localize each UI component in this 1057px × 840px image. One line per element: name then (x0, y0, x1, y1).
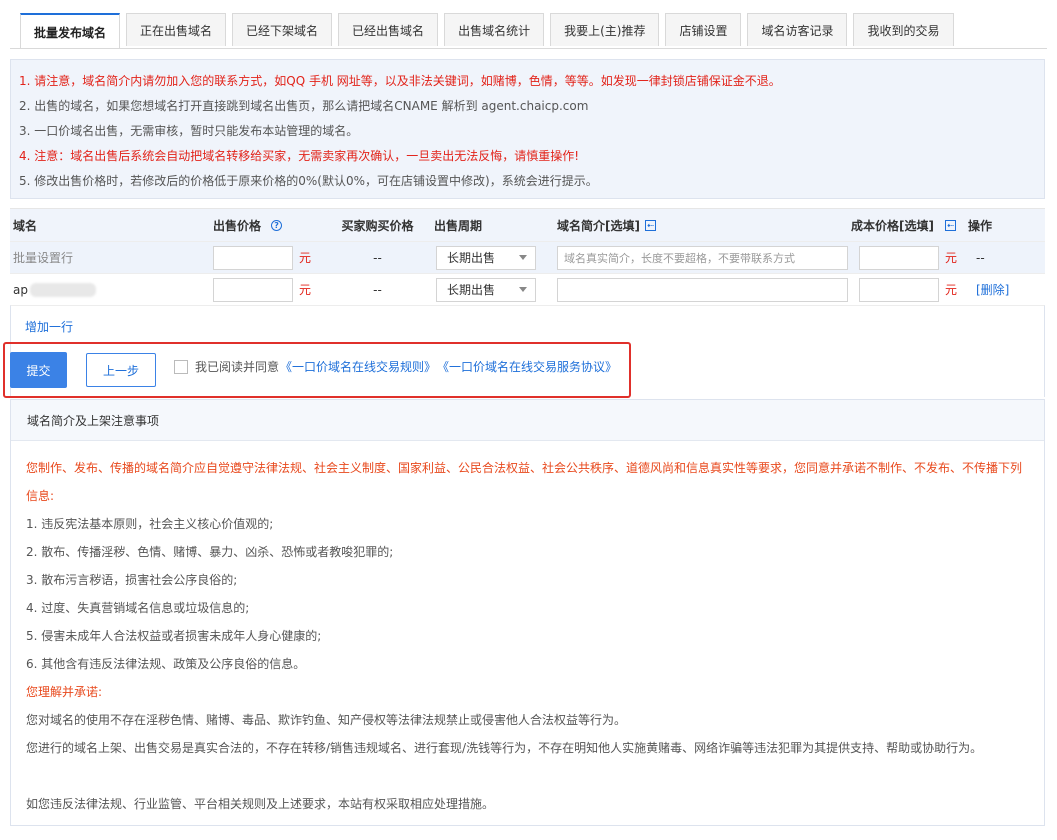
header-op: 操作 (968, 209, 1028, 241)
cost-unit: 元 (945, 251, 958, 265)
tab-sold[interactable]: 已经出售域名 (338, 13, 439, 46)
domain-op-cell: [删除] (968, 274, 1028, 305)
domain-period-value: 长期出售 (447, 283, 496, 297)
chevron-down-icon (519, 255, 527, 260)
notice-line-5: 5. 修改出售价格时，若修改后的价格低于原来价格的0%(默认0%，可在店铺设置中… (19, 174, 598, 188)
rules-panel: 域名简介及上架注意事项 您制作、发布、传播的域名简介应自觉遵守法律法规、社会主义… (10, 399, 1045, 826)
batch-buyer-price: -- (373, 250, 382, 265)
tab-visitor-log[interactable]: 域名访客记录 (747, 13, 848, 46)
domain-name-cell: ap (10, 274, 203, 305)
header-buyer-price-label: 买家购买价格 (341, 218, 414, 233)
highlight-box (3, 342, 631, 398)
rules-body: 您制作、发布、传播的域名简介应自觉遵守法律法规、社会主义制度、国家利益、公民合法… (11, 441, 1044, 818)
chevron-down-icon (519, 287, 527, 292)
notice-line-3: 3. 一口价域名出售，无需审核，暂时只能发布本站管理的域名。 (19, 124, 359, 138)
batch-cost-cell: 元 (851, 242, 968, 273)
price-unit: 元 (299, 251, 312, 265)
header-cost: 成本价格[选填] ⇠ (851, 209, 968, 241)
batch-setting-row: 批量设置行 元 -- 长期出售 域名真实简介，长度不要超格，不要带联系方式 元 … (10, 241, 1045, 273)
tab-divider (10, 48, 1047, 49)
rules-intro-2: 信息: (26, 489, 55, 503)
header-period-label: 出售周期 (434, 218, 483, 233)
tab-batch-publish[interactable]: 批量发布域名 (20, 13, 121, 49)
promise-2: 您进行的域名上架、出售交易是真实合法的，不存在转移/销售违规域名、进行套现/洗钱… (26, 741, 983, 755)
rules-item: 3. 散布污言秽语，损害社会公序良俗的; (26, 573, 238, 587)
notice-panel: 1. 请注意，域名简介内请勿加入您的联系方式，如QQ 手机 网址等，以及非法关键… (10, 59, 1045, 199)
redacted-blur (29, 282, 96, 297)
rules-intro-1: 您制作、发布、传播的域名简介应自觉遵守法律法规、社会主义制度、国家利益、公民合法… (26, 461, 1023, 475)
domain-period-select[interactable]: 长期出售 (436, 277, 536, 302)
domain-row: ap 元 -- 长期出售 元 [删除] (10, 273, 1045, 305)
domain-price-input[interactable] (213, 277, 293, 302)
batch-price-input[interactable] (213, 245, 293, 270)
notice-line-2: 2. 出售的域名，如果您想域名打开直接跳到域名出售页，那么请把域名CNAME 解… (19, 99, 589, 113)
tab-bar: 批量发布域名 正在出售域名 已经下架域名 已经出售域名 出售域名统计 我要上(主… (20, 13, 960, 49)
rules-item: 4. 过度、失真营销域名信息或垃圾信息的; (26, 601, 250, 615)
domain-buyer-price: -- (373, 282, 382, 297)
batch-price-cell: 元 (203, 242, 321, 273)
header-desc: 域名简介[选填] ⇠ (546, 209, 851, 241)
batch-period-value: 长期出售 (447, 251, 496, 265)
tab-sales-stats[interactable]: 出售域名统计 (444, 13, 545, 46)
tab-shop-settings[interactable]: 店铺设置 (665, 13, 742, 46)
batch-period-select[interactable]: 长期出售 (436, 245, 536, 270)
cost-unit: 元 (945, 283, 958, 297)
promise-title: 您理解并承诺: (26, 685, 103, 699)
batch-desc-cell: 域名真实简介，长度不要超格，不要带联系方式 (546, 242, 851, 273)
rules-item: 6. 其他含有违反法律法规、政策及公序良俗的信息。 (26, 657, 306, 671)
domain-desc-cell (546, 274, 851, 305)
header-op-label: 操作 (968, 218, 993, 233)
domain-name: ap (13, 282, 28, 297)
batch-period-cell: 长期出售 (434, 242, 546, 273)
header-desc-label: 域名简介[选填] (557, 218, 640, 233)
header-cost-label: 成本价格[选填] (851, 218, 934, 233)
notice-line-1: 1. 请注意，域名简介内请勿加入您的联系方式，如QQ 手机 网址等，以及非法关键… (19, 74, 781, 88)
domain-period-cell: 长期出售 (434, 274, 546, 305)
header-price: 出售价格? (203, 209, 321, 241)
batch-row-label: 批量设置行 (13, 251, 74, 265)
header-period: 出售周期 (434, 209, 546, 241)
header-domain: 域名 (10, 209, 203, 241)
tab-recommend[interactable]: 我要上(主)推荐 (550, 13, 660, 46)
copy-down-icon[interactable]: ⇠ (644, 219, 656, 231)
domain-desc-input[interactable] (557, 277, 848, 302)
info-icon[interactable]: ? (271, 219, 283, 231)
batch-desc-input[interactable]: 域名真实简介，长度不要超格，不要带联系方式 (557, 245, 848, 270)
domain-table: 域名 出售价格? 买家购买价格 出售周期 域名简介[选填] ⇠ 成本价格[选填] ⇠… (10, 208, 1045, 346)
rules-footer: 如您违反法律法规、行业监管、平台相关规则及上述要求，本站有权采取相应处理措施。 (26, 797, 495, 811)
rules-item: 2. 散布、传播淫秽、色情、赌博、暴力、凶杀、恐怖或者教唆犯罪的; (26, 545, 394, 559)
add-row-link[interactable]: 增加一行 (25, 318, 73, 335)
add-row-area: 增加一行 (10, 305, 1045, 346)
copy-down-icon[interactable]: ⇠ (944, 219, 956, 231)
header-buyer-price: 买家购买价格 (321, 209, 434, 241)
domain-price-cell: 元 (203, 274, 321, 305)
delete-row-link[interactable]: [删除] (976, 281, 1009, 298)
tab-received-trades[interactable]: 我收到的交易 (853, 13, 954, 46)
price-unit: 元 (299, 283, 312, 297)
domain-cost-input[interactable] (859, 277, 939, 302)
tab-delisted[interactable]: 已经下架域名 (232, 13, 333, 46)
notice-line-4: 4. 注意：域名出售后系统会自动把域名转移给买家，无需卖家再次确认，一旦卖出无法… (19, 149, 580, 163)
tab-on-sale[interactable]: 正在出售域名 (126, 13, 227, 46)
header-domain-label: 域名 (13, 218, 38, 233)
table-header: 域名 出售价格? 买家购买价格 出售周期 域名简介[选填] ⇠ 成本价格[选填] ⇠… (10, 208, 1045, 241)
rules-item: 1. 违反宪法基本原则，社会主义核心价值观的; (26, 517, 274, 531)
rules-item: 5. 侵害未成年人合法权益或者损害未成年人身心健康的; (26, 629, 322, 643)
batch-op: -- (976, 250, 985, 265)
promise-1: 您对域名的使用不存在淫秽色情、赌博、毒品、欺诈钓鱼、知产侵权等法律法规禁止或侵害… (26, 713, 627, 727)
header-price-label: 出售价格 (213, 218, 262, 233)
domain-cost-cell: 元 (851, 274, 968, 305)
rules-title: 域名简介及上架注意事项 (11, 400, 1044, 441)
batch-cost-input[interactable] (859, 245, 939, 270)
